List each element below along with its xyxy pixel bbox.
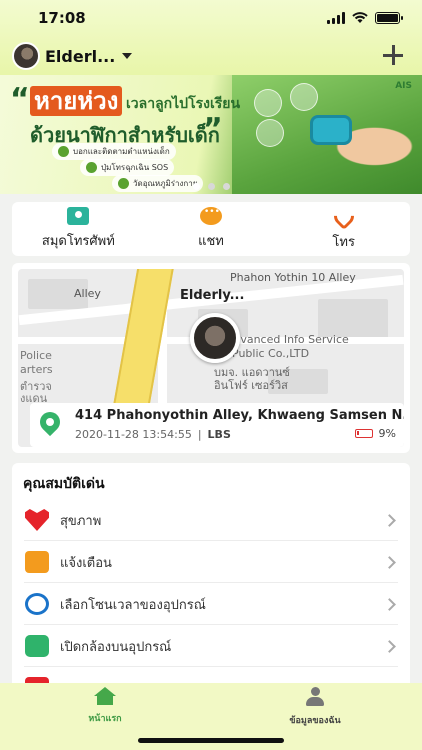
pagination-dot-active[interactable] [193, 183, 200, 190]
wifi-icon [352, 12, 368, 23]
battery-icon [375, 12, 403, 24]
promo-banner[interactable]: AIS “ หายห่วง เวลาลูกไปโรงเรียน ด้วยนาฬิ… [0, 75, 422, 194]
call-button[interactable]: โทร [277, 201, 410, 256]
tab-my-info-label: ข้อมูลของฉัน [289, 716, 341, 726]
user-icon [305, 687, 325, 707]
phonebook-label: สมุดโทรศัพท์ [41, 234, 115, 249]
feature-item-partial[interactable] [12, 667, 410, 683]
call-label: โทร [332, 235, 355, 250]
feature-item-health[interactable]: สุขภาพ [12, 499, 410, 541]
heart-icon [25, 509, 49, 531]
close-quote-icon: ” [203, 112, 223, 147]
map-place-label: Police [20, 349, 52, 362]
address-text: 414 Phahonyothin Alley, Khwaeng Samsen N… [75, 408, 404, 423]
location-card[interactable]: Phahon Yothin 10 Alley Alley Advanced In… [12, 263, 410, 453]
map-place-label: arters [20, 363, 53, 376]
banner-headline-rest: เวลาลูกไปโรงเรียน [126, 96, 241, 112]
feature-item-timezone[interactable]: เลือกโซนเวลาของอุปกรณ์ [12, 583, 410, 625]
feature-label: เปิดกล้องบนอุปกรณ์ [60, 639, 172, 655]
map-street-label: Alley [74, 287, 101, 300]
status-time: 17:08 [38, 9, 86, 27]
tab-home[interactable]: หน้าแรก [50, 687, 160, 725]
quick-actions: สมุดโทรศัพท์ แชท โทร [12, 201, 410, 256]
meta-separator: | [197, 428, 202, 441]
device-name: Elderl... [45, 46, 116, 66]
feature-item-alerts[interactable]: แจ้งเตือน [12, 541, 410, 583]
camera-icon [25, 635, 49, 657]
pagination-dot[interactable] [223, 183, 230, 190]
chat-bubble-icon [200, 207, 222, 225]
tool-bubble-icon [256, 119, 284, 147]
phone-bubble-icon [254, 89, 282, 117]
check-icon [86, 162, 97, 173]
map-view[interactable]: Phahon Yothin 10 Alley Alley Advanced In… [18, 269, 404, 447]
banner-headline-highlight: หายห่วง [30, 86, 123, 116]
home-icon [94, 687, 116, 705]
device-avatar [12, 42, 40, 70]
device-battery: 9% [354, 427, 396, 440]
chat-button[interactable]: แชท [145, 202, 278, 256]
map-street-label: Phahon Yothin 10 Alley [230, 271, 356, 284]
device-location-marker[interactable] [190, 313, 240, 363]
cellular-signal-icon [327, 12, 345, 24]
phonebook-button[interactable]: สมุดโทรศัพท์ [12, 202, 145, 256]
check-icon [118, 178, 129, 189]
alert-message-icon [25, 551, 49, 573]
contacts-book-icon [67, 207, 90, 225]
alarm-clock-icon [25, 593, 49, 615]
open-quote-icon: “ [10, 82, 30, 117]
low-battery-icon [354, 429, 373, 438]
feature-item-camera[interactable]: เปิดกล้องบนอุปกรณ์ [12, 625, 410, 667]
home-indicator [138, 738, 284, 743]
banner-bullet: วัดอุณหภูมิร่างกาย [112, 175, 204, 192]
chat-label: แชท [198, 234, 224, 249]
device-selector[interactable]: Elderl... [12, 42, 133, 70]
check-icon [58, 146, 69, 157]
features-title: คุณสมบัติเด่น [23, 476, 105, 492]
map-pin-icon [35, 407, 65, 437]
map-place-label: Advanced Info Service [226, 333, 349, 346]
location-bubble-icon [290, 83, 318, 111]
location-meta: 2020-11-28 13:54:55 | LBS [75, 428, 231, 441]
feature-label: เลือกโซนเวลาของอุปกรณ์ [60, 597, 206, 613]
smartwatch-image [310, 115, 352, 145]
device-map-label: Elderly... [180, 288, 245, 303]
ais-logo: AIS [395, 81, 412, 91]
address-panel[interactable]: 414 Phahonyothin Alley, Khwaeng Samsen N… [30, 403, 404, 447]
chevron-right-icon [383, 555, 396, 569]
chevron-right-icon [383, 597, 396, 611]
tab-my-info[interactable]: ข้อมูลของฉัน [260, 687, 370, 727]
feature-label: แจ้งเตือน [60, 555, 112, 571]
map-place-label: Public Co.,LTD [232, 347, 310, 360]
features-section: คุณสมบัติเด่น สุขภาพ แจ้งเตือน เลือกโซนเ… [12, 463, 410, 683]
battery-percent: 9% [378, 427, 396, 440]
chevron-down-icon [122, 53, 133, 59]
location-source: LBS [207, 428, 231, 441]
location-timestamp: 2020-11-28 13:54:55 [75, 428, 192, 441]
top-bar: 17:08 Elderl... [0, 0, 422, 75]
add-device-button[interactable] [382, 44, 404, 66]
tab-home-label: หน้าแรก [88, 714, 122, 724]
status-icons [327, 12, 403, 24]
feature-label: สุขภาพ [60, 513, 102, 529]
chevron-right-icon [383, 639, 396, 653]
banner-pagination [193, 183, 230, 190]
chevron-right-icon [383, 513, 396, 527]
banner-bullet: บอกและติดตามตำแหน่งเด็ก [52, 143, 176, 160]
map-place-label: อินโฟร์ เซอร์วิส [214, 379, 288, 392]
pagination-dot[interactable] [208, 183, 215, 190]
phone-icon [329, 201, 358, 231]
banner-bullet: ปุ่มโทรฉุกเฉิน SOS [80, 159, 175, 176]
